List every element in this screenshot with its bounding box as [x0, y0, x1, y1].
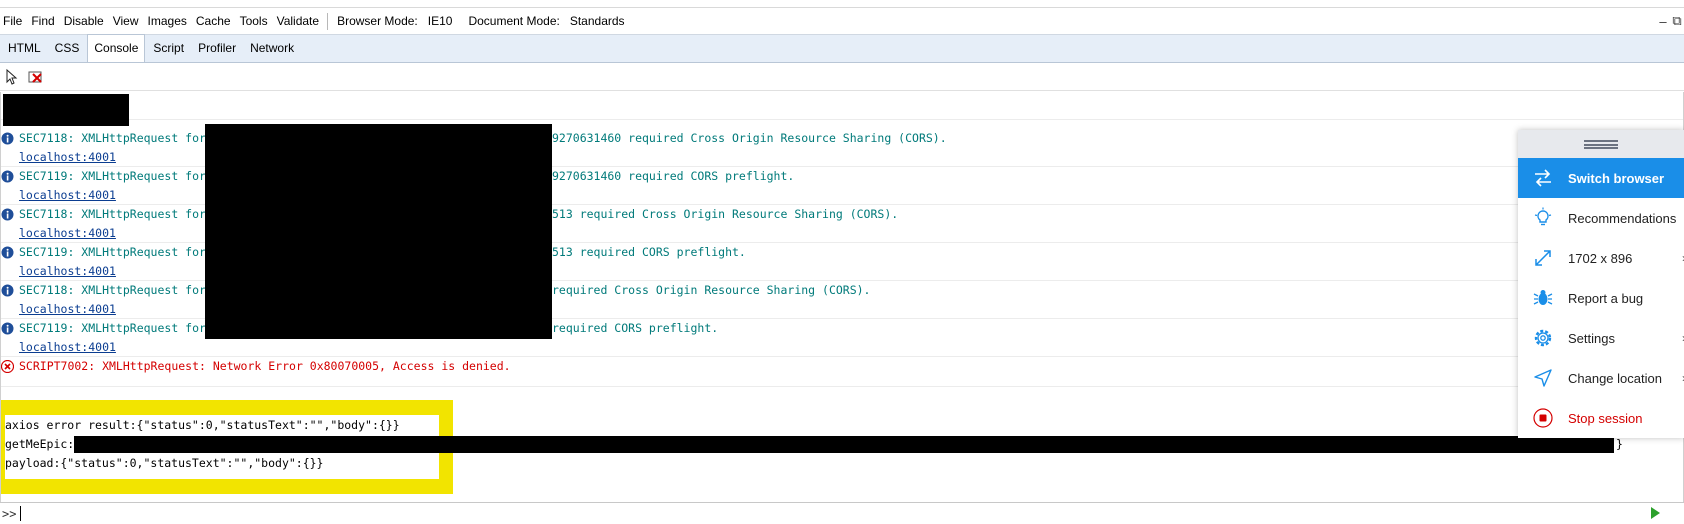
bug-icon: [1533, 290, 1553, 305]
drag-grip-icon: [1584, 139, 1618, 149]
console-error-message: SCRIPT7002: XMLHttpRequest: Network Erro…: [1, 357, 1683, 387]
message-text-suffix: 9270631460 required CORS preflight.: [552, 169, 795, 183]
tab-console[interactable]: Console: [87, 34, 146, 62]
window-controls: – ⧉: [1656, 8, 1684, 34]
recommendations-button[interactable]: Recommendations: [1518, 198, 1684, 238]
menu-file[interactable]: File: [0, 14, 25, 28]
output-axios-result: axios error result:{"status":0,"statusTe…: [5, 418, 400, 432]
restore-button[interactable]: ⧉: [1670, 13, 1684, 29]
message-source-link[interactable]: localhost:4001: [19, 340, 116, 354]
message-source-link[interactable]: localhost:4001: [19, 188, 116, 202]
menu-find[interactable]: Find: [28, 14, 57, 28]
message-text-suffix: 513 required Cross Origin Resource Shari…: [552, 207, 899, 221]
message-text-suffix: required Cross Origin Resource Sharing (…: [552, 283, 871, 297]
message-source-link[interactable]: localhost:4001: [19, 302, 116, 316]
menu-disable[interactable]: Disable: [61, 14, 107, 28]
panel-item-label: Recommendations: [1568, 210, 1677, 226]
menu-images[interactable]: Images: [145, 14, 190, 28]
redacted-block: [205, 124, 552, 339]
message-source-link[interactable]: localhost:4001: [19, 226, 116, 240]
console-toolbar: [0, 63, 1684, 91]
menu-bar: File Find Disable View Images Cache Tool…: [0, 8, 1684, 34]
panel-item-label: 1702 x 896: [1568, 250, 1633, 266]
redacted-block: [74, 436, 1614, 453]
browser-tools-panel: Switch browser Recommendations 1702 x 89…: [1518, 130, 1684, 438]
message-text-prefix: SEC7119: XMLHttpRequest for: [19, 321, 206, 335]
redacted-block: [3, 94, 129, 126]
info-icon: [1, 284, 14, 297]
message-source-link[interactable]: localhost:4001: [19, 264, 116, 278]
tab-script[interactable]: Script: [147, 36, 190, 62]
console-output[interactable]: SEC7118: XMLHttpRequest for 9270631460 r…: [0, 92, 1684, 502]
output-getmeepic-label: getMeEpic:: [5, 437, 75, 451]
error-icon: [1, 360, 14, 373]
panel-item-label: Switch browser: [1568, 170, 1665, 186]
message-text-prefix: SEC7118: XMLHttpRequest for: [19, 283, 206, 297]
panel-drag-handle[interactable]: [1518, 130, 1684, 158]
output-getmeepic-end: }: [1616, 437, 1623, 451]
location-arrow-icon: [1534, 369, 1552, 387]
console-row-redacted: [1, 92, 1683, 120]
message-source-link[interactable]: localhost:4001: [19, 150, 116, 164]
switch-arrows-icon: [1535, 169, 1551, 187]
browser-mode-label[interactable]: Browser Mode:: [334, 14, 421, 28]
settings-button[interactable]: Settings ›: [1518, 318, 1684, 358]
browser-mode-value[interactable]: IE10: [425, 14, 456, 28]
resize-arrows-icon: [1535, 250, 1551, 266]
report-bug-button[interactable]: Report a bug: [1518, 278, 1684, 318]
info-icon: [1, 322, 14, 335]
menu-validate[interactable]: Validate: [274, 14, 322, 28]
console-command-line[interactable]: >>: [0, 502, 1684, 524]
stop-icon: [1533, 408, 1553, 428]
menu-view[interactable]: View: [110, 14, 142, 28]
prompt-symbol: >>: [2, 506, 17, 521]
panel-item-label: Settings: [1568, 330, 1615, 346]
clear-console-icon[interactable]: [27, 68, 45, 86]
menu-tools[interactable]: Tools: [237, 14, 271, 28]
menu-cache[interactable]: Cache: [193, 14, 234, 28]
panel-item-label: Report a bug: [1568, 290, 1644, 306]
tab-network[interactable]: Network: [244, 36, 300, 62]
message-text-prefix: SEC7119: XMLHttpRequest for: [19, 245, 206, 259]
document-mode-label[interactable]: Document Mode:: [465, 14, 562, 28]
gear-icon: [1534, 329, 1552, 347]
text-caret: [20, 506, 22, 521]
message-text-suffix: 9270631460 required Cross Origin Resourc…: [552, 131, 947, 145]
message-text-suffix: 513 required CORS preflight.: [552, 245, 746, 259]
panel-item-label: Change location: [1568, 370, 1662, 386]
panel-item-label: Stop session: [1568, 410, 1643, 426]
lightbulb-icon: [1534, 207, 1552, 226]
message-text-prefix: SEC7118: XMLHttpRequest for: [19, 207, 206, 221]
error-text: SCRIPT7002: XMLHttpRequest: Network Erro…: [19, 359, 511, 373]
message-text-prefix: SEC7119: XMLHttpRequest for: [19, 169, 206, 183]
minimize-button[interactable]: –: [1656, 14, 1670, 29]
select-element-icon[interactable]: [3, 68, 21, 86]
menu-separator: [327, 12, 329, 30]
tab-html[interactable]: HTML: [2, 36, 47, 62]
window-top-edge: [0, 0, 1684, 8]
tab-profiler[interactable]: Profiler: [192, 36, 242, 62]
info-icon: [1, 170, 14, 183]
run-script-icon[interactable]: [1651, 507, 1660, 519]
document-mode-value[interactable]: Standards: [567, 14, 628, 28]
resolution-button[interactable]: 1702 x 896 ›: [1518, 238, 1684, 278]
change-location-button[interactable]: Change location ›: [1518, 358, 1684, 398]
message-text-prefix: SEC7118: XMLHttpRequest for: [19, 131, 206, 145]
info-icon: [1, 208, 14, 221]
info-icon: [1, 132, 14, 145]
tab-css[interactable]: CSS: [49, 36, 86, 62]
message-text-suffix: required CORS preflight.: [552, 321, 719, 335]
stop-session-button[interactable]: Stop session: [1518, 398, 1684, 438]
output-payload: payload:{"status":0,"statusText":"","bod…: [5, 456, 324, 470]
switch-browser-button[interactable]: Switch browser: [1518, 158, 1684, 198]
info-icon: [1, 246, 14, 259]
devtools-tab-bar: HTML CSS Console Script Profiler Network: [0, 34, 1684, 63]
